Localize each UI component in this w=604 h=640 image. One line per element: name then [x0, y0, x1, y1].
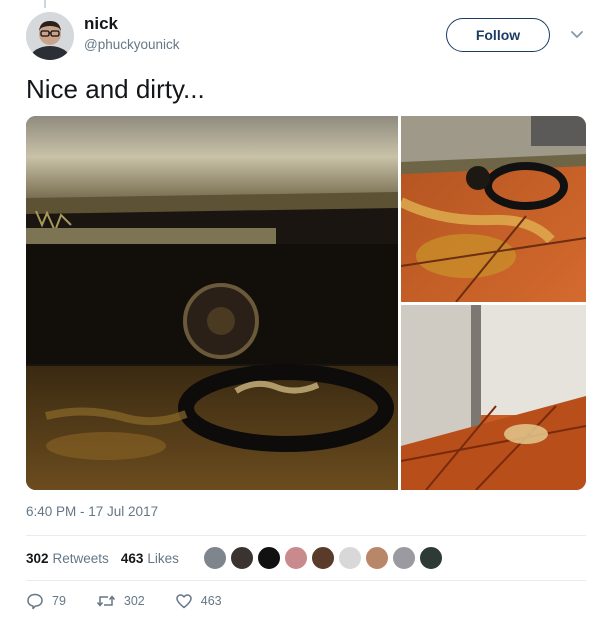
liker-avatar[interactable]: [203, 546, 227, 570]
retweet-count: 302: [123, 594, 145, 608]
chevron-down-icon[interactable]: [567, 24, 587, 44]
thread-line: [44, 0, 46, 8]
engagement-stats: 302 Retweets 463 Likes: [26, 547, 191, 569]
media-grid[interactable]: [26, 116, 586, 490]
follow-button[interactable]: Follow: [446, 18, 550, 52]
action-bar: 79 302 463: [26, 592, 252, 610]
tweet-timestamp[interactable]: 6:40 PM - 17 Jul 2017: [26, 504, 158, 519]
divider: [26, 580, 586, 581]
liker-avatar[interactable]: [311, 546, 335, 570]
reply-count: 79: [52, 594, 66, 608]
divider: [26, 535, 586, 536]
retweet-icon: [96, 595, 115, 607]
reply-button[interactable]: 79: [26, 592, 66, 610]
liker-avatar[interactable]: [419, 546, 443, 570]
retweets-count[interactable]: 302: [26, 551, 49, 566]
author-name[interactable]: nick: [84, 14, 118, 34]
media-photo-3[interactable]: [400, 305, 586, 490]
media-photo-1[interactable]: [26, 116, 398, 490]
media-photo-2[interactable]: [398, 116, 586, 303]
liker-avatar[interactable]: [257, 546, 281, 570]
likes-label[interactable]: Likes: [147, 551, 179, 566]
retweets-label[interactable]: Retweets: [53, 551, 109, 566]
avatar[interactable]: [26, 12, 74, 60]
heart-icon: [176, 594, 192, 609]
author-handle[interactable]: @phuckyounick: [84, 37, 180, 52]
liker-avatar[interactable]: [230, 546, 254, 570]
like-button[interactable]: 463: [175, 592, 222, 610]
liker-avatars: [203, 546, 446, 570]
reply-icon: [27, 593, 43, 610]
avatar-image: [26, 12, 74, 60]
liker-avatar[interactable]: [338, 546, 362, 570]
liker-avatar[interactable]: [392, 546, 416, 570]
tweet-text: Nice and dirty...: [26, 74, 205, 104]
retweet-button[interactable]: 302: [96, 592, 145, 610]
liker-avatar[interactable]: [284, 546, 308, 570]
liker-avatar[interactable]: [365, 546, 389, 570]
likes-count[interactable]: 463: [121, 551, 144, 566]
like-count: 463: [200, 594, 222, 608]
